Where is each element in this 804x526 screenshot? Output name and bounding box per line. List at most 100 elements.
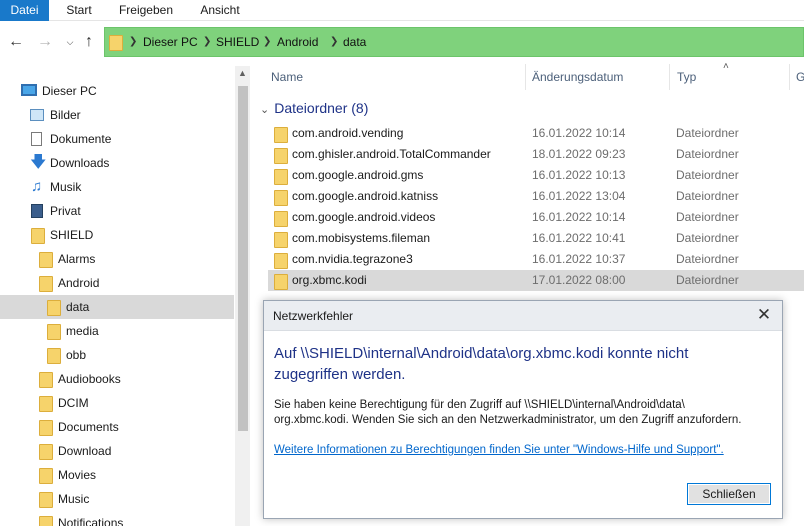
scrollbar-thumb[interactable] <box>238 86 248 431</box>
file-name: org.xbmc.kodi <box>292 273 367 287</box>
file-type: Dateiordner <box>676 231 739 245</box>
file-date: 16.01.2022 10:41 <box>532 231 626 245</box>
sidebar-item-audiobooks[interactable]: Audiobooks <box>0 367 234 391</box>
sidebar-item-privat[interactable]: Privat <box>0 199 234 223</box>
sidebar-item-shield[interactable]: SHIELD <box>0 223 234 247</box>
file-type: Dateiordner <box>676 147 739 161</box>
chevron-right-icon[interactable]: ❯ <box>129 28 137 56</box>
sidebar-item-obb[interactable]: obb <box>0 343 234 367</box>
folder-icon <box>274 232 288 248</box>
folder-icon <box>39 396 53 412</box>
sidebar-item-bilder[interactable]: Bilder <box>0 103 234 127</box>
file-date: 16.01.2022 10:14 <box>532 210 626 224</box>
tab-ansicht[interactable]: Ansicht <box>190 0 250 21</box>
ribbon-tabs: Datei Start Freigeben Ansicht <box>0 0 804 21</box>
recent-locations-chevron-icon[interactable]: ⌵ <box>61 32 79 52</box>
column-divider[interactable] <box>525 64 526 90</box>
close-icon[interactable]: ✕ <box>754 305 774 325</box>
table-row[interactable]: com.google.android.katniss 16.01.2022 13… <box>268 186 804 207</box>
address-bar[interactable]: ❯ Dieser PC ❯ SHIELD ❯ Android ❯ data <box>104 27 804 57</box>
back-arrow-icon[interactable]: ← <box>7 32 25 52</box>
network-error-dialog: Netzwerkfehler ✕ Auf \\SHIELD\internal\A… <box>263 300 783 519</box>
pictures-icon <box>30 109 44 121</box>
file-name: com.google.android.videos <box>292 210 436 224</box>
sidebar-item-notifications[interactable]: Notifications <box>0 511 234 526</box>
sidebar-item-downloads[interactable]: 🡇 Downloads <box>0 151 234 175</box>
sidebar-item-dokumente[interactable]: Dokumente <box>0 127 234 151</box>
scroll-up-arrow-icon[interactable]: ▲ <box>238 68 247 78</box>
dialog-title: Netzwerkfehler <box>273 309 354 323</box>
file-date: 16.01.2022 13:04 <box>532 189 626 203</box>
folder-icon <box>39 468 53 484</box>
file-date: 17.01.2022 08:00 <box>532 273 626 287</box>
private-folder-icon <box>31 204 43 218</box>
group-header[interactable]: ⌄ Dateiordner (8) <box>260 97 368 119</box>
column-header-name[interactable]: Name <box>271 66 303 88</box>
file-type: Dateiordner <box>676 273 739 287</box>
chevron-right-icon[interactable]: ❯ <box>263 28 271 56</box>
column-header-date[interactable]: Änderungsdatum <box>532 66 623 88</box>
folder-icon <box>274 169 288 185</box>
sidebar-scrollbar[interactable]: ▲ <box>235 66 250 526</box>
folder-icon <box>39 492 53 508</box>
folder-icon <box>39 516 53 526</box>
help-link[interactable]: Weitere Informationen zu Berechtigungen … <box>274 444 724 456</box>
folder-icon <box>47 348 61 364</box>
navigation-pane: Dieser PC Bilder Dokumente 🡇 Downloads ♫… <box>0 66 234 526</box>
sidebar-item-music[interactable]: Music <box>0 487 234 511</box>
folder-icon <box>39 420 53 436</box>
folder-icon <box>47 324 61 340</box>
breadcrumb-data[interactable]: data <box>343 28 366 56</box>
file-date: 16.01.2022 10:37 <box>532 252 626 266</box>
dialog-message-line: Sie haben keine Berechtigung für den Zug… <box>274 399 685 411</box>
tab-datei[interactable]: Datei <box>0 0 49 21</box>
sidebar-item-dcim[interactable]: DCIM <box>0 391 234 415</box>
sidebar-item-movies[interactable]: Movies <box>0 463 234 487</box>
column-divider[interactable] <box>669 64 670 90</box>
file-type: Dateiordner <box>676 168 739 182</box>
column-divider[interactable] <box>789 64 790 90</box>
table-row[interactable]: com.android.vending 16.01.2022 10:14 Dat… <box>268 123 804 144</box>
table-row[interactable]: com.google.android.gms 16.01.2022 10:13 … <box>268 165 804 186</box>
chevron-right-icon[interactable]: ❯ <box>203 28 211 56</box>
up-arrow-icon[interactable]: ↑ <box>80 32 98 52</box>
file-date: 16.01.2022 10:14 <box>532 126 626 140</box>
column-header-size[interactable]: G <box>796 66 804 88</box>
folder-icon <box>274 127 288 143</box>
breadcrumb-android[interactable]: Android <box>277 28 318 56</box>
folder-icon <box>39 252 53 268</box>
sidebar-item-download[interactable]: Download <box>0 439 234 463</box>
chevron-right-icon[interactable]: ❯ <box>330 28 338 56</box>
folder-icon <box>31 228 45 244</box>
monitor-icon <box>21 84 37 96</box>
table-row[interactable]: com.mobisystems.fileman 16.01.2022 10:41… <box>268 228 804 249</box>
folder-icon <box>274 274 288 290</box>
file-type: Dateiordner <box>676 210 739 224</box>
sort-ascending-icon: ˄ <box>723 61 729 72</box>
music-note-icon: ♫ <box>31 178 43 195</box>
folder-icon <box>39 372 53 388</box>
tab-freigeben[interactable]: Freigeben <box>110 0 182 21</box>
sidebar-item-musik[interactable]: ♫ Musik <box>0 175 234 199</box>
dialog-titlebar[interactable]: Netzwerkfehler ✕ <box>264 301 782 331</box>
breadcrumb-dieser-pc[interactable]: Dieser PC <box>143 28 198 56</box>
close-button[interactable]: Schließen <box>687 483 771 505</box>
sidebar-item-dieser-pc[interactable]: Dieser PC <box>0 79 234 103</box>
file-type: Dateiordner <box>676 252 739 266</box>
table-row[interactable]: com.ghisler.android.TotalCommander 18.01… <box>268 144 804 165</box>
table-row[interactable]: com.nvidia.tegrazone3 16.01.2022 10:37 D… <box>268 249 804 270</box>
table-row-selected[interactable]: org.xbmc.kodi 17.01.2022 08:00 Dateiordn… <box>268 270 804 291</box>
sidebar-item-alarms[interactable]: Alarms <box>0 247 234 271</box>
breadcrumb-shield[interactable]: SHIELD <box>216 28 259 56</box>
sidebar-item-documents[interactable]: Documents <box>0 415 234 439</box>
folder-icon <box>39 276 53 292</box>
tab-start[interactable]: Start <box>56 0 102 21</box>
table-row[interactable]: com.google.android.videos 16.01.2022 10:… <box>268 207 804 228</box>
sidebar-item-data[interactable]: data <box>0 295 234 319</box>
chevron-down-icon[interactable]: ⌄ <box>260 104 269 116</box>
sidebar-item-media[interactable]: media <box>0 319 234 343</box>
forward-arrow-icon[interactable]: → <box>36 32 54 52</box>
file-name: com.android.vending <box>292 126 404 140</box>
sidebar-item-android[interactable]: Android <box>0 271 234 295</box>
column-header-type[interactable]: Typ <box>677 66 696 88</box>
